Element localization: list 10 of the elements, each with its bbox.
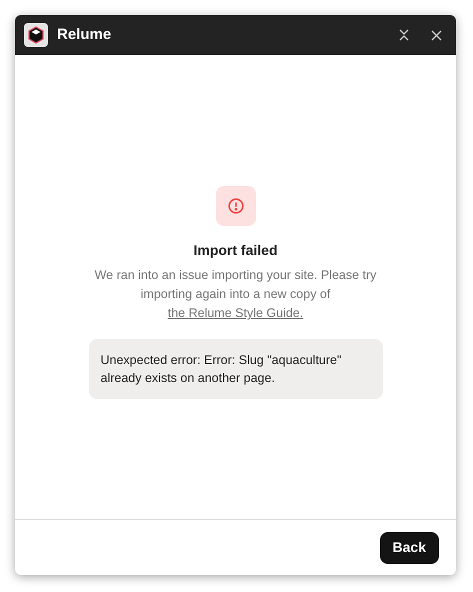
cube-logo-icon [24, 23, 48, 47]
alert-icon [228, 198, 244, 214]
error-details: Unexpected error: Error: Slug "aquaculture" already exists on another page. [88, 339, 382, 399]
error-message: We ran into an issue importing your site. Please try importing again into a new copy of the Relume Style Guide. [94, 267, 378, 322]
style-guide-link[interactable]: the Relume Style Guide. [168, 306, 304, 320]
collapse-icon[interactable] [398, 29, 410, 41]
dialog-title: Import failed [193, 241, 278, 260]
back-button[interactable]: Back [380, 532, 439, 564]
window-title: Relume [57, 24, 112, 45]
close-icon[interactable] [431, 30, 442, 40]
